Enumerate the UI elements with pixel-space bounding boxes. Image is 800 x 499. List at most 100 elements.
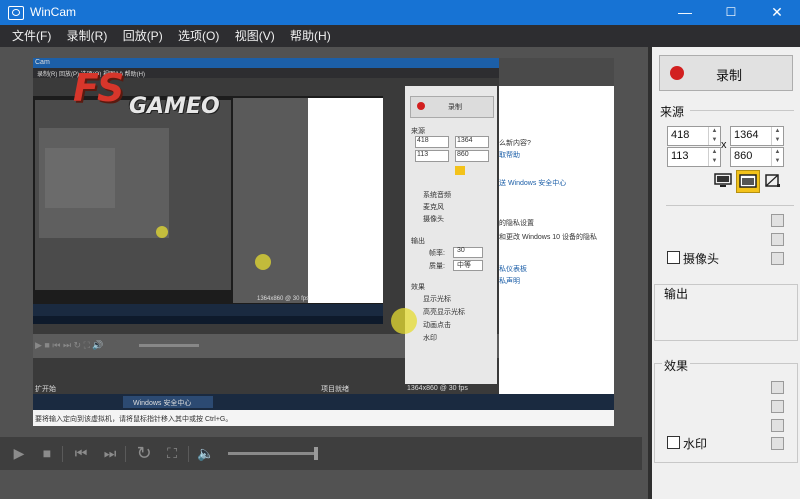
playback-control-bar: ▶ ■ ⏮ ⏭ ↻ ⛶ 🔈 bbox=[0, 437, 642, 470]
preview-width-value: 1364 bbox=[457, 137, 473, 144]
width-stepper[interactable]: 1364 ▲ ▼ bbox=[730, 126, 784, 146]
volume-icon[interactable]: 🔈 bbox=[197, 445, 214, 461]
preview-cursor-highlight-2 bbox=[156, 226, 168, 238]
height-value: 860 bbox=[734, 150, 753, 162]
preview-side-text-6: 私声明 bbox=[499, 278, 520, 285]
preview-effects-label: 效果 bbox=[411, 284, 425, 291]
fullscreen-icon[interactable]: ⛶ bbox=[164, 445, 180, 461]
height-stepper[interactable]: 860 ▲ ▼ bbox=[730, 147, 784, 167]
menu-playback[interactable]: 回放(P) bbox=[117, 25, 169, 47]
fullscreen-mode-icon[interactable] bbox=[714, 173, 732, 189]
preview-cursor-highlight-main bbox=[391, 308, 417, 334]
side-panel-inner: 录制 来源 418 ▲▼ 1364 ▲▼ x 113 ▲▼ 860 ▲▼ bbox=[652, 47, 800, 499]
width-stepper-arrows[interactable]: ▲ ▼ bbox=[771, 127, 783, 145]
preview-side-text-1: 取帮助 bbox=[499, 152, 520, 159]
volume-slider-thumb[interactable] bbox=[314, 447, 318, 460]
preview-volume-track bbox=[139, 344, 199, 347]
separator bbox=[125, 446, 126, 462]
source-section-title: 来源 bbox=[660, 105, 685, 119]
highlight-effect-settings-button[interactable] bbox=[771, 400, 784, 413]
side-panel: 录制 来源 418 ▲▼ 1364 ▲▼ x 113 ▲▼ 860 ▲▼ bbox=[648, 47, 800, 499]
minimize-button[interactable]: — bbox=[662, 0, 708, 25]
menu-record[interactable]: 录制(R) bbox=[61, 25, 114, 47]
region-mode-icon[interactable] bbox=[764, 173, 782, 189]
preview-height-value: 860 bbox=[457, 151, 469, 158]
preview-nested-taskbar-2 bbox=[33, 316, 383, 324]
preview-taskbar bbox=[33, 394, 614, 410]
preview-side-text-0: 么新内容? bbox=[499, 140, 531, 147]
watermark-checkbox[interactable] bbox=[667, 436, 680, 449]
x-stepper-arrows[interactable]: ▲ ▼ bbox=[708, 127, 720, 145]
preview-y-value: 113 bbox=[417, 151, 429, 158]
record-button-label: 录制 bbox=[716, 68, 743, 83]
pointer-effect-settings-button[interactable] bbox=[771, 381, 784, 394]
mic-settings-button[interactable] bbox=[771, 233, 784, 246]
preview-chk-mic: 麦克风 bbox=[423, 204, 444, 211]
menu-file[interactable]: 文件(F) bbox=[6, 25, 57, 47]
separator bbox=[62, 446, 63, 462]
preview-source-label: 来源 bbox=[411, 128, 425, 135]
close-button[interactable]: ✕ bbox=[754, 0, 800, 25]
preview-chk-clicks: 动画点击 bbox=[423, 322, 451, 329]
width-value: 1364 bbox=[734, 129, 759, 141]
click-effect-settings-button[interactable] bbox=[771, 419, 784, 432]
preview-chk-system-audio: 系统音频 bbox=[423, 192, 451, 199]
preview-chk-webcam: 摄像头 bbox=[423, 216, 444, 223]
maximize-button[interactable]: ☐ bbox=[708, 0, 754, 25]
window-mode-icon[interactable] bbox=[736, 170, 760, 193]
webcam-label: 摄像头 bbox=[683, 252, 720, 266]
y-stepper-arrows[interactable]: ▲ ▼ bbox=[708, 148, 720, 166]
preview-nested-wincam-3 bbox=[45, 148, 115, 208]
source-divider bbox=[690, 110, 794, 111]
preview-taskbar-app-label: Windows 安全中心 bbox=[133, 400, 192, 407]
skip-back-icon[interactable]: ⏮ bbox=[73, 445, 89, 461]
preview-nested-panel bbox=[233, 98, 308, 303]
capture-preview[interactable]: Cam 录制(R) 回放(P) 选项(O) 视图(V) 帮助(H) 1364x8… bbox=[33, 58, 614, 426]
y-value: 113 bbox=[671, 150, 689, 162]
preview-status-left: 扩开始 bbox=[35, 386, 56, 393]
output-section-title: 输出 bbox=[662, 285, 691, 302]
volume-slider-track[interactable] bbox=[228, 452, 316, 455]
watermark-label: 水印 bbox=[683, 437, 708, 451]
preview-x-value: 418 bbox=[417, 137, 429, 144]
preview-window-title: Cam bbox=[35, 59, 50, 66]
height-stepper-arrows[interactable]: ▲ ▼ bbox=[771, 148, 783, 166]
preview-record-dot bbox=[417, 102, 425, 110]
preview-nested-status: 1364x860 @ 30 fps bbox=[257, 296, 310, 302]
window-title: WinCam bbox=[30, 5, 77, 19]
preview-chk-watermark: 水印 bbox=[423, 335, 437, 342]
preview-side-text-4: 和更改 Windows 10 设备的隐私 bbox=[499, 234, 598, 241]
menu-row: 文件(F) 录制(R) 回放(P) 选项(O) 视图(V) 帮助(H) bbox=[6, 25, 337, 47]
preview-side-text-3: 的隐私设置 bbox=[499, 220, 534, 227]
menu-view[interactable]: 视图(V) bbox=[229, 25, 281, 47]
preview-chk-pointer: 显示光标 bbox=[423, 296, 451, 303]
preview-fps-label: 帧率: bbox=[429, 250, 445, 257]
preview-quality-value: 中等 bbox=[457, 262, 471, 269]
play-icon[interactable]: ▶ bbox=[11, 445, 27, 461]
preview-settings-window bbox=[499, 86, 614, 398]
preview-fps-value: 30 bbox=[457, 247, 465, 254]
preview-status-mid: 项目就绪 bbox=[321, 386, 349, 393]
loop-icon[interactable]: ↻ bbox=[136, 444, 152, 462]
watermark-settings-button[interactable] bbox=[771, 437, 784, 450]
preview-side-text-5: 私仪表板 bbox=[499, 266, 527, 273]
menu-options[interactable]: 选项(O) bbox=[172, 25, 225, 47]
title-bar: WinCam — ☐ ✕ bbox=[0, 0, 800, 25]
source-audio-divider bbox=[666, 205, 794, 206]
preview-mode-window-icon bbox=[455, 166, 465, 175]
skip-forward-icon[interactable]: ⏭ bbox=[102, 445, 118, 461]
y-stepper[interactable]: 113 ▲ ▼ bbox=[667, 147, 721, 167]
preview-quality-label: 质量: bbox=[429, 263, 445, 270]
preview-output-label: 输出 bbox=[411, 238, 425, 245]
webcam-checkbox[interactable] bbox=[667, 251, 680, 264]
record-button[interactable]: 录制 bbox=[659, 55, 793, 91]
stop-icon[interactable]: ■ bbox=[39, 445, 55, 461]
effects-section-title: 效果 bbox=[662, 357, 691, 374]
preview-chk-highlight: 高亮显示光标 bbox=[423, 309, 465, 316]
times-sign: x bbox=[721, 139, 727, 151]
menu-help[interactable]: 帮助(H) bbox=[284, 25, 337, 47]
webcam-settings-button[interactable] bbox=[771, 252, 784, 265]
preview-cursor-highlight-1 bbox=[255, 254, 271, 270]
system-audio-settings-button[interactable] bbox=[771, 214, 784, 227]
x-stepper[interactable]: 418 ▲ ▼ bbox=[667, 126, 721, 146]
